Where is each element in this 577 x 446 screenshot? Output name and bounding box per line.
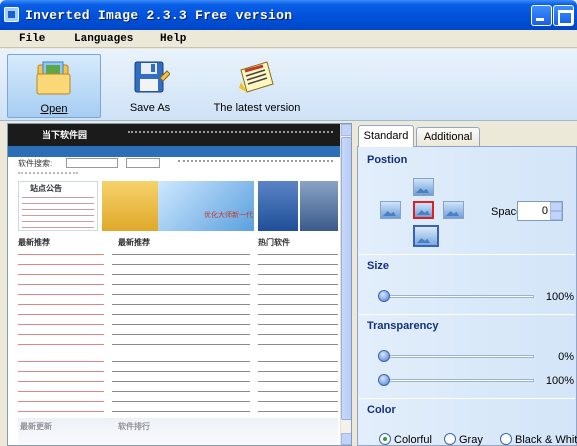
space-down-button[interactable] xyxy=(550,211,562,220)
size-track[interactable] xyxy=(384,295,534,298)
menu-help[interactable]: Help xyxy=(160,33,186,45)
open-button[interactable]: Open xyxy=(7,54,101,118)
color-title: Color xyxy=(367,404,396,416)
position-left-button[interactable] xyxy=(380,201,401,219)
color-black-white-radio[interactable]: Black & White xyxy=(500,433,577,446)
preview-search-links xyxy=(178,160,333,164)
size-title: Size xyxy=(367,260,390,272)
preview-search-select xyxy=(126,158,160,168)
transparency-title: Transparency xyxy=(367,320,439,332)
preview-list-2 xyxy=(112,249,250,353)
preview-list-1 xyxy=(18,249,104,353)
transparency-start-track[interactable] xyxy=(384,355,534,358)
transparency-start-value: 0% xyxy=(558,351,574,363)
preview-list-4 xyxy=(18,356,104,416)
space-spinner[interactable]: 0 xyxy=(517,201,563,221)
scroll-up-button[interactable] xyxy=(341,124,351,136)
transparency-start-handle[interactable] xyxy=(378,350,390,362)
transparency-end-value: 100% xyxy=(545,375,574,387)
maximize-button[interactable] xyxy=(553,5,574,26)
divider xyxy=(359,314,575,315)
preview-section-title: 最新推荐 xyxy=(118,238,150,247)
scroll-down-button[interactable] xyxy=(341,433,351,445)
preview-image: 当下软件园 软件搜索: 站点公告 优化大师新一代 最新推荐 最新推荐 热门软件 xyxy=(8,124,340,445)
transparency-end-track[interactable] xyxy=(384,379,534,382)
preview-banner-text: 优化大师新一代 xyxy=(204,212,253,219)
preview-crumb xyxy=(18,172,78,176)
menu-languages[interactable]: Languages xyxy=(74,33,133,45)
vertical-scrollbar[interactable] xyxy=(340,124,351,445)
menu-file[interactable]: File xyxy=(19,33,45,45)
latest-version-button[interactable]: The latest version xyxy=(210,54,304,118)
space-value: 0 xyxy=(541,205,548,217)
divider xyxy=(359,398,575,399)
save-as-label: Save As xyxy=(129,102,171,114)
preview-notice-lines xyxy=(22,194,94,228)
preview-search-label: 软件搜索: xyxy=(18,159,53,168)
window-title: Inverted Image 2.3.3 Free version xyxy=(25,8,293,23)
preview-list-6 xyxy=(258,356,338,416)
toolbar: Open Save As The latest version xyxy=(0,49,577,121)
preview-list-3 xyxy=(258,249,338,353)
preview-thumb-2 xyxy=(300,181,338,231)
preview-subnav xyxy=(8,146,340,157)
settings-panel: Standard Additional Postion Space 0 Size xyxy=(357,122,577,446)
preview-section-title: 最新更新 xyxy=(20,422,52,431)
menu-bar: File Languages Help xyxy=(0,30,577,48)
size-value: 100% xyxy=(545,291,574,303)
divider xyxy=(359,254,575,255)
color-colorful-label: Colorful xyxy=(394,434,432,446)
preview-nav xyxy=(128,131,333,139)
position-below-button[interactable] xyxy=(413,225,439,247)
radio-dot xyxy=(500,433,512,445)
color-colorful-radio[interactable]: Colorful xyxy=(379,433,432,446)
preview-section-title: 站点公告 xyxy=(30,184,62,193)
title-bar[interactable]: Inverted Image 2.3.3 Free version xyxy=(0,0,577,30)
open-label: Open xyxy=(40,103,68,115)
preview-section-title: 最新推荐 xyxy=(18,238,50,247)
tab-additional[interactable]: Additional xyxy=(416,127,480,146)
scroll-thumb[interactable] xyxy=(341,137,351,420)
preview-section-title: 软件排行 xyxy=(118,422,150,431)
position-right-button[interactable] xyxy=(443,201,464,219)
preview-list-5 xyxy=(112,356,250,416)
folder-icon xyxy=(36,61,71,95)
position-title: Postion xyxy=(367,154,408,166)
news-icon xyxy=(239,61,274,93)
color-black-white-label: Black & White xyxy=(515,434,577,446)
preview-promo-box xyxy=(102,181,158,231)
radio-dot xyxy=(444,433,456,445)
radio-dot xyxy=(379,433,391,445)
position-above-button[interactable] xyxy=(413,178,434,196)
image-preview[interactable]: 当下软件园 软件搜索: 站点公告 优化大师新一代 最新推荐 最新推荐 热门软件 xyxy=(7,123,352,446)
save-as-button[interactable]: Save As xyxy=(118,54,182,118)
transparency-end-handle[interactable] xyxy=(378,374,390,386)
floppy-disk-icon xyxy=(134,61,170,93)
preview-site-name: 当下软件园 xyxy=(42,130,88,140)
minimize-button[interactable] xyxy=(531,5,552,26)
preview-reflection xyxy=(18,418,338,445)
app-window: Inverted Image 2.3.3 Free version File L… xyxy=(0,0,577,446)
preview-search-box xyxy=(66,158,118,168)
preview-section-title: 热门软件 xyxy=(258,238,290,247)
preview-thumb-1 xyxy=(258,181,298,231)
latest-version-label: The latest version xyxy=(213,102,301,114)
position-center-button[interactable] xyxy=(413,201,434,219)
color-gray-label: Gray xyxy=(459,434,483,446)
tab-standard[interactable]: Standard xyxy=(358,125,414,147)
space-up-button[interactable] xyxy=(550,202,562,211)
color-gray-radio[interactable]: Gray xyxy=(444,433,483,446)
content-area: 当下软件园 软件搜索: 站点公告 优化大师新一代 最新推荐 最新推荐 热门软件 xyxy=(0,122,577,446)
tab-page-standard: Postion Space 0 Size 100% Transparency 0… xyxy=(357,146,577,446)
size-slider-handle[interactable] xyxy=(378,290,390,302)
preview-banner xyxy=(158,181,254,231)
app-icon xyxy=(4,7,19,22)
